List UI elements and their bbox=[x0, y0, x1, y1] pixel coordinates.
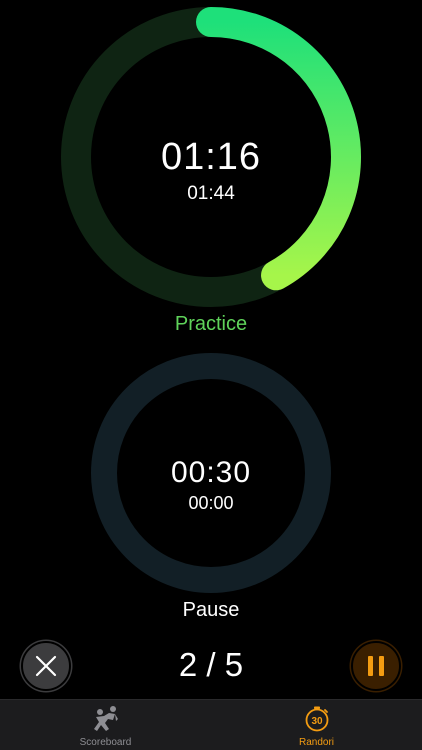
svg-text:30: 30 bbox=[311, 716, 323, 727]
tab-randori[interactable]: 30 Randori bbox=[211, 700, 422, 750]
practice-remaining-time: 01:44 bbox=[187, 183, 235, 204]
pause-timer: 00:30 00:00 bbox=[0, 350, 422, 600]
timer-30-icon: 30 bbox=[211, 705, 422, 733]
tab-scoreboard[interactable]: Scoreboard bbox=[0, 700, 211, 750]
tab-randori-label: Randori bbox=[298, 737, 335, 748]
judo-throw-icon bbox=[0, 705, 211, 733]
pause-elapsed-time: 00:30 bbox=[170, 456, 252, 489]
tab-scoreboard-label: Scoreboard bbox=[79, 737, 132, 748]
tab-bar: Scoreboard 30 Randori bbox=[0, 699, 422, 750]
practice-timer: 01:16 01:44 bbox=[0, 0, 422, 310]
practice-label: Practice bbox=[174, 313, 248, 335]
practice-elapsed-time: 01:16 bbox=[160, 136, 262, 178]
pause-label: Pause bbox=[182, 599, 240, 621]
pause-remaining-time: 00:00 bbox=[188, 493, 234, 513]
pause-icon bbox=[368, 656, 384, 676]
pause-button[interactable] bbox=[351, 641, 401, 691]
